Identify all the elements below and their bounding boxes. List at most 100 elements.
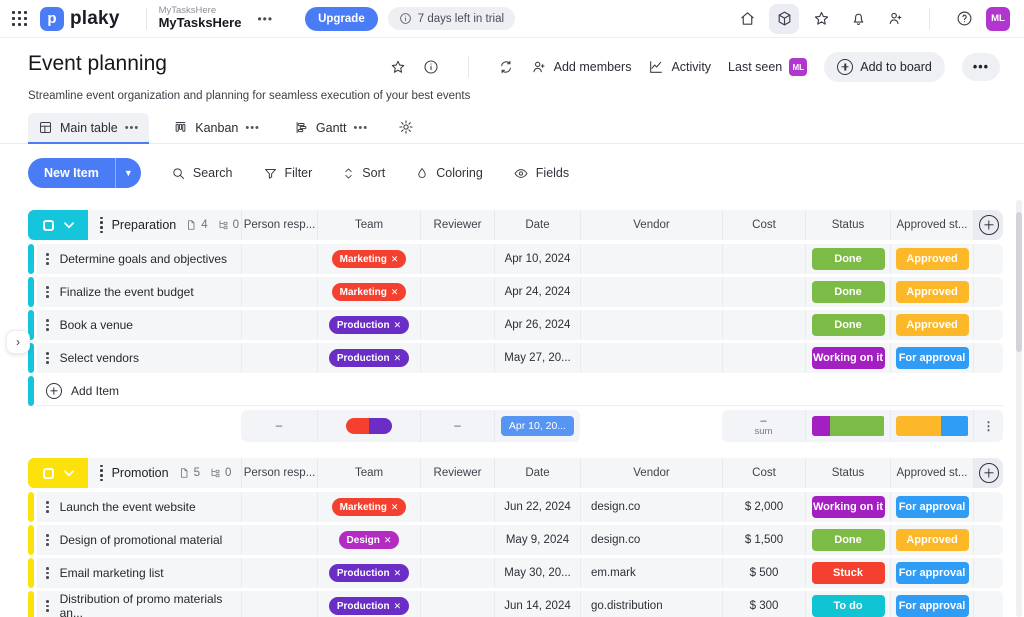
reviewer-cell[interactable] xyxy=(420,343,494,373)
summary-person[interactable]: – xyxy=(241,410,317,442)
date-cell[interactable]: Jun 22, 2024 xyxy=(494,492,580,522)
person-cell[interactable] xyxy=(241,525,317,555)
item-name-cell[interactable]: Book a venue xyxy=(37,310,241,340)
status-badge[interactable]: To do xyxy=(812,595,885,617)
column-header-approved[interactable]: Approved st... xyxy=(890,458,973,488)
cost-cell[interactable]: $ 2,000 xyxy=(722,492,805,522)
reviewer-cell[interactable] xyxy=(420,244,494,274)
column-header-vendor[interactable]: Vendor xyxy=(580,210,722,240)
vendor-cell[interactable]: go.distribution xyxy=(580,591,722,617)
person-cell[interactable] xyxy=(241,558,317,588)
add-column-button[interactable] xyxy=(973,210,1003,240)
activity-button[interactable]: Activity xyxy=(648,59,711,75)
tab-menu-icon[interactable]: ••• xyxy=(125,122,140,134)
status-cell[interactable]: Done xyxy=(805,525,890,555)
drag-handle-icon[interactable] xyxy=(46,534,49,546)
drag-handle-icon[interactable] xyxy=(46,319,49,331)
item-name-cell[interactable]: Select vendors xyxy=(37,343,241,373)
column-header-approved[interactable]: Approved st... xyxy=(890,210,973,240)
approved-badge[interactable]: For approval xyxy=(896,562,969,584)
status-cell[interactable]: Stuck xyxy=(805,558,890,588)
team-cell[interactable]: Production✕ xyxy=(317,310,420,340)
person-cell[interactable] xyxy=(241,310,317,340)
plaky-logo-icon[interactable]: p xyxy=(40,7,64,31)
drag-handle-icon[interactable] xyxy=(46,600,49,612)
views-settings-button[interactable] xyxy=(392,112,420,143)
drag-handle-icon[interactable] xyxy=(46,286,49,298)
add-column-button[interactable] xyxy=(973,458,1003,488)
approved-badge[interactable]: For approval xyxy=(896,496,969,518)
remove-label-icon[interactable]: ✕ xyxy=(391,254,399,265)
reviewer-cell[interactable] xyxy=(420,277,494,307)
remove-label-icon[interactable]: ✕ xyxy=(384,535,392,546)
user-avatar[interactable]: ML xyxy=(986,7,1010,31)
vendor-cell[interactable]: design.co xyxy=(580,492,722,522)
approved-badge[interactable]: Approved xyxy=(896,529,969,551)
status-cell[interactable]: Working on it xyxy=(805,492,890,522)
column-header-reviewer[interactable]: Reviewer xyxy=(420,458,494,488)
group-title-cell[interactable]: Promotion 5 0 xyxy=(88,458,241,488)
group-title-cell[interactable]: Preparation 4 0 xyxy=(88,210,241,240)
approved-badge[interactable]: Approved xyxy=(896,248,969,270)
person-cell[interactable] xyxy=(241,277,317,307)
date-cell[interactable]: May 30, 20... xyxy=(494,558,580,588)
status-cell[interactable]: Working on it xyxy=(805,343,890,373)
status-badge[interactable]: Done xyxy=(812,281,885,303)
scrollbar-thumb[interactable] xyxy=(1016,212,1022,352)
sort-button[interactable]: Sort xyxy=(342,166,385,181)
item-name-cell[interactable]: Launch the event website xyxy=(37,492,241,522)
tab-menu-icon[interactable]: ••• xyxy=(245,122,260,134)
team-cell[interactable]: Production✕ xyxy=(317,558,420,588)
favorite-board-button[interactable] xyxy=(390,59,406,75)
date-cell[interactable]: Apr 24, 2024 xyxy=(494,277,580,307)
approved-cell[interactable]: Approved xyxy=(890,310,973,340)
home-button[interactable] xyxy=(732,4,762,34)
group-checkbox[interactable] xyxy=(43,220,54,231)
tab-main-table[interactable]: Main table ••• xyxy=(28,113,149,143)
column-header-status[interactable]: Status xyxy=(805,458,890,488)
vendor-cell[interactable]: design.co xyxy=(580,525,722,555)
vendor-cell[interactable]: em.mark xyxy=(580,558,722,588)
notifications-button[interactable] xyxy=(843,4,873,34)
team-label[interactable]: Marketing✕ xyxy=(332,250,407,268)
reviewer-cell[interactable] xyxy=(420,558,494,588)
item-name-cell[interactable]: Distribution of promo materials an... xyxy=(37,591,241,617)
drag-handle-icon[interactable] xyxy=(46,253,49,265)
group-select[interactable] xyxy=(28,458,88,488)
person-cell[interactable] xyxy=(241,591,317,617)
date-cell[interactable]: Apr 10, 2024 xyxy=(494,244,580,274)
cost-cell[interactable]: $ 1,500 xyxy=(722,525,805,555)
team-label[interactable]: Marketing✕ xyxy=(332,283,407,301)
tab-menu-icon[interactable]: ••• xyxy=(354,122,369,134)
approved-cell[interactable]: For approval xyxy=(890,591,973,617)
status-badge[interactable]: Done xyxy=(812,248,885,270)
add-item-button[interactable]: Add Item xyxy=(37,376,1003,406)
new-item-button[interactable]: New Item ▼ xyxy=(28,158,141,188)
item-name-cell[interactable]: Finalize the event budget xyxy=(37,277,241,307)
group-select[interactable] xyxy=(28,210,88,240)
person-cell[interactable] xyxy=(241,244,317,274)
status-cell[interactable]: Done xyxy=(805,244,890,274)
team-cell[interactable]: Marketing✕ xyxy=(317,277,420,307)
approved-badge[interactable]: For approval xyxy=(896,347,969,369)
status-badge[interactable]: Working on it xyxy=(812,347,885,369)
item-name-cell[interactable]: Design of promotional material xyxy=(37,525,241,555)
item-name-cell[interactable]: Email marketing list xyxy=(37,558,241,588)
team-label[interactable]: Production✕ xyxy=(329,597,409,615)
add-to-board-button[interactable]: Add to board xyxy=(824,52,945,82)
fields-button[interactable]: Fields xyxy=(513,166,569,181)
board-info-button[interactable] xyxy=(423,59,439,75)
team-cell[interactable]: Production✕ xyxy=(317,591,420,617)
remove-label-icon[interactable]: ✕ xyxy=(394,568,402,579)
new-item-caret-icon[interactable]: ▼ xyxy=(115,158,141,188)
last-seen-avatar[interactable]: ML xyxy=(789,58,807,76)
vendor-cell[interactable] xyxy=(580,277,722,307)
approved-cell[interactable]: Approved xyxy=(890,525,973,555)
person-cell[interactable] xyxy=(241,492,317,522)
date-cell[interactable]: Jun 14, 2024 xyxy=(494,591,580,617)
drag-handle-icon[interactable] xyxy=(46,501,49,513)
filter-button[interactable]: Filter xyxy=(263,166,313,181)
group-name[interactable]: Promotion xyxy=(112,466,169,480)
status-badge[interactable]: Working on it xyxy=(812,496,885,518)
workspace-switcher[interactable]: MyTasksHere MyTasksHere xyxy=(159,6,242,32)
